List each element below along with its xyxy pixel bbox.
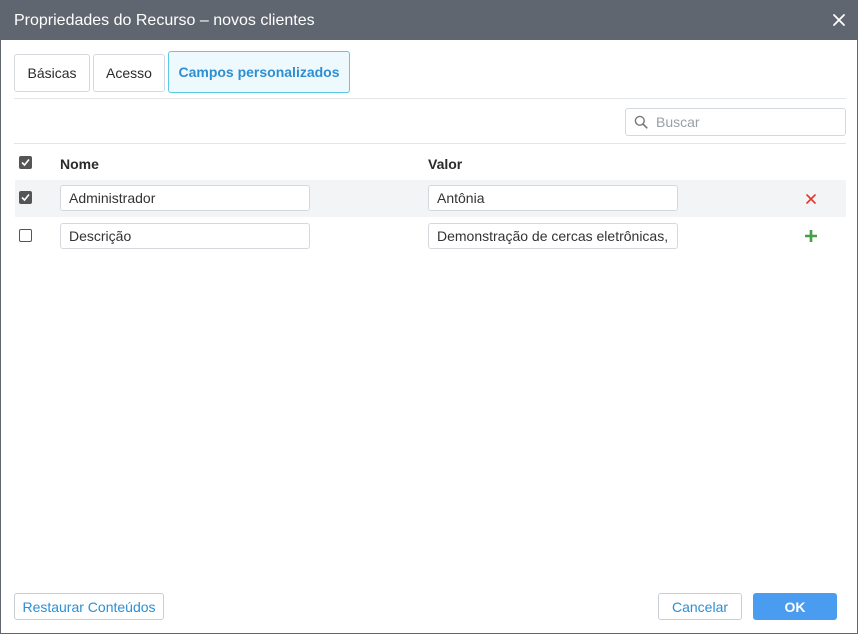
select-all-checkbox[interactable] (19, 156, 32, 169)
column-header-name: Nome (60, 156, 99, 172)
row-checkbox[interactable] (19, 229, 32, 242)
resource-properties-dialog: Propriedades do Recurso – novos clientes… (0, 0, 858, 634)
cancel-button[interactable]: Cancelar (658, 593, 742, 620)
search-divider (14, 143, 846, 144)
ok-button[interactable]: OK (753, 593, 837, 620)
checkmark-icon (21, 158, 30, 167)
delete-row-icon[interactable] (804, 192, 818, 206)
dialog-title: Propriedades do Recurso – novos clientes (14, 12, 315, 29)
checkmark-icon (21, 193, 30, 202)
close-icon[interactable] (831, 12, 847, 28)
tab-campos-personalizados[interactable]: Campos personalizados (168, 51, 350, 93)
title-bar: Propriedades do Recurso – novos clientes (1, 1, 857, 40)
field-value-input[interactable] (428, 185, 678, 211)
plus-icon[interactable] (804, 229, 818, 243)
tabs-divider (14, 98, 846, 99)
field-value-input[interactable] (428, 223, 678, 249)
tab-acesso[interactable]: Acesso (93, 54, 165, 92)
row-checkbox[interactable] (19, 191, 32, 204)
field-name-input[interactable] (60, 223, 310, 249)
column-header-value: Valor (428, 156, 463, 172)
search-icon (634, 115, 648, 129)
tab-basicas[interactable]: Básicas (14, 54, 90, 92)
search-input[interactable] (656, 112, 836, 132)
table-row (15, 218, 846, 255)
restore-contents-button[interactable]: Restaurar Conteúdos (14, 593, 164, 620)
field-name-input[interactable] (60, 185, 310, 211)
table-row (15, 180, 846, 217)
search-box[interactable] (625, 108, 846, 136)
